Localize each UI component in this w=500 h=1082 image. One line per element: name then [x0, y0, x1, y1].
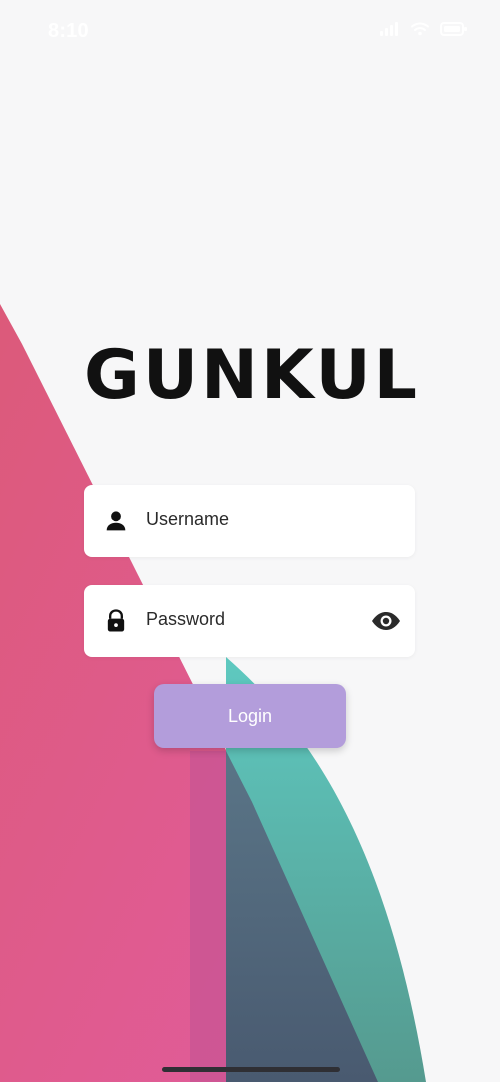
password-visibility-toggle[interactable] — [369, 606, 403, 636]
user-icon — [106, 511, 126, 531]
status-bar: 8:10 — [0, 0, 500, 64]
password-field[interactable]: Password — [84, 585, 415, 657]
battery-icon — [440, 22, 467, 36]
lock-icon — [107, 609, 125, 632]
username-label: Username — [146, 509, 230, 529]
eye-icon — [372, 612, 400, 630]
magenta-overlay — [190, 751, 226, 1082]
status-time: 8:10 — [48, 20, 89, 42]
login-button[interactable]: Login — [154, 684, 346, 748]
username-field[interactable]: Username — [84, 485, 415, 557]
home-indicator — [162, 1067, 340, 1072]
gunkul-logo: GUNKUL — [84, 336, 420, 415]
password-label: Password — [146, 609, 226, 629]
signal-icon — [380, 22, 398, 36]
status-icons — [380, 22, 468, 36]
login-screen: 8:10 GUNKUL Username Password Login — [0, 0, 500, 1082]
wifi-icon — [411, 22, 429, 36]
